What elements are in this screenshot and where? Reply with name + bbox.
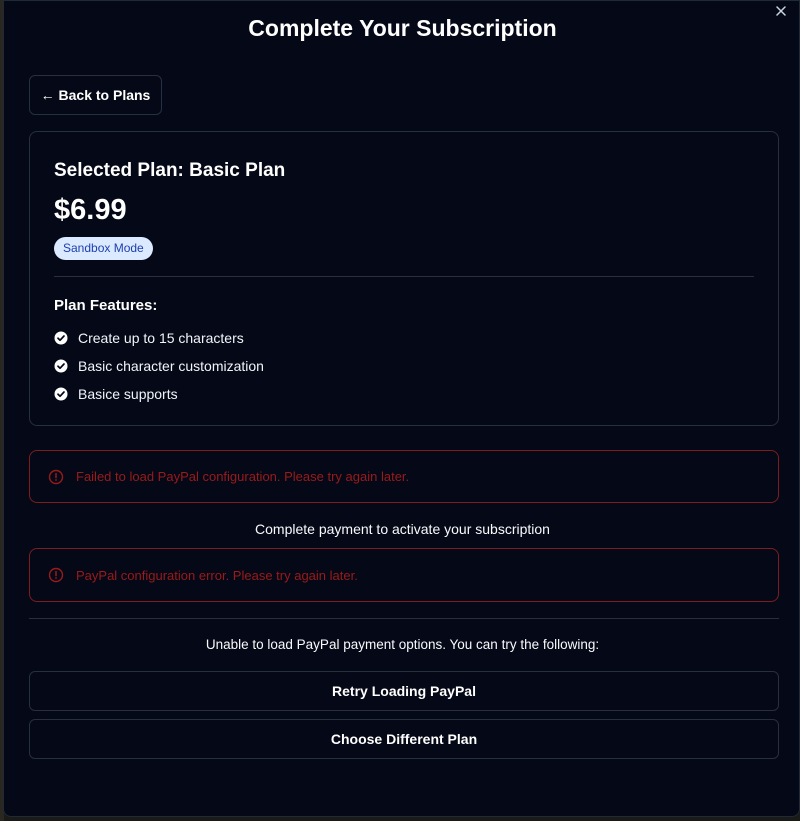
plan-price: $6.99 xyxy=(54,194,127,226)
config-error-alert: PayPal configuration error. Please try a… xyxy=(29,548,779,602)
error-message: Failed to load PayPal configuration. Ple… xyxy=(76,469,410,484)
plan-divider xyxy=(54,276,754,277)
feature-text: Basice supports xyxy=(78,386,178,402)
feature-text: Create up to 15 characters xyxy=(78,330,244,346)
back-to-plans-button[interactable]: ← Back to Plans xyxy=(29,75,162,115)
section-divider xyxy=(29,618,779,619)
features-heading: Plan Features: xyxy=(54,297,158,314)
plan-name: Selected Plan: Basic Plan xyxy=(54,160,286,181)
check-circle-icon xyxy=(54,331,68,345)
list-item: Basice supports xyxy=(54,380,264,408)
feature-text: Basic character customization xyxy=(78,358,264,374)
fallback-note: Unable to load PayPal payment options. Y… xyxy=(205,637,600,652)
check-circle-icon xyxy=(54,387,68,401)
list-item: Basic character customization xyxy=(54,352,264,380)
config-load-error-alert: Failed to load PayPal configuration. Ple… xyxy=(29,450,779,503)
choose-different-plan-button[interactable]: Choose Different Plan xyxy=(29,719,779,759)
check-circle-icon xyxy=(54,359,68,373)
feature-list: Create up to 15 characters Basic charact… xyxy=(54,324,264,408)
modal-title: Complete Your Subscription xyxy=(248,15,557,41)
alert-circle-icon xyxy=(48,567,64,583)
subscription-modal: Complete Your Subscription ← Back to Pla… xyxy=(3,0,800,817)
retry-paypal-button[interactable]: Retry Loading PayPal xyxy=(29,671,779,711)
sandbox-mode-badge: Sandbox Mode xyxy=(54,237,153,260)
error-message: PayPal configuration error. Please try a… xyxy=(76,567,358,583)
plan-summary-card: Selected Plan: Basic Plan $6.99 Sandbox … xyxy=(29,131,779,426)
alert-circle-icon xyxy=(48,469,64,484)
list-item: Create up to 15 characters xyxy=(54,324,264,352)
payment-note: Complete payment to activate your subscr… xyxy=(255,521,550,537)
